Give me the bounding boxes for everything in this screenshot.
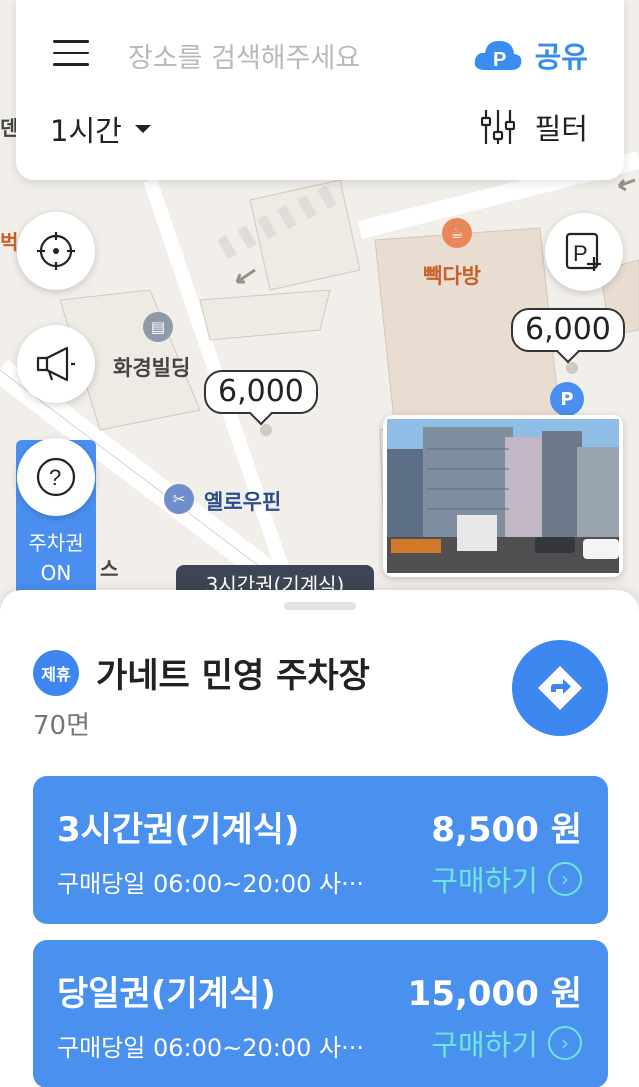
sliders-icon xyxy=(480,110,515,144)
crosshair-icon xyxy=(37,232,75,270)
ticket-card[interactable]: 당일권(기계식) 15,000 원 구매당일 06:00~20:00 사··· … xyxy=(33,940,608,1087)
search-card: 장소를 검색해주세요 P 공유 1시간 필터 xyxy=(16,0,624,180)
share-button[interactable]: P 공유 xyxy=(473,34,588,76)
cloud-parking-icon: P xyxy=(474,40,521,71)
ticket-name: 3시간권(기계식) xyxy=(57,810,300,850)
share-label: 공유 xyxy=(534,40,588,74)
ticket-name: 당일권(기계식) xyxy=(57,974,276,1014)
building-icon: ▤ xyxy=(143,312,173,342)
poi-label-salon: 옐로우핀 xyxy=(204,490,282,514)
ticket-price: 15,000 원 xyxy=(407,974,582,1014)
parking-lot-spaces: 70면 xyxy=(33,711,91,741)
filter-button[interactable]: 필터 xyxy=(480,106,588,148)
cafe-icon: ☕ xyxy=(442,218,472,248)
ticket-description: 구매당일 06:00~20:00 사··· xyxy=(57,870,364,898)
parking-detail-sheet: 제휴 가네트 민영 주차장 70면 3시간권(기계식) 8,500 원 구매당일… xyxy=(0,590,639,1087)
ticket-toggle-line1: 주차권 xyxy=(28,531,84,555)
sheet-handle[interactable] xyxy=(284,602,356,610)
buy-button[interactable]: 구매하기 › xyxy=(431,858,582,900)
street-view-thumbnail[interactable] xyxy=(383,415,623,577)
search-input[interactable]: 장소를 검색해주세요 xyxy=(128,36,360,75)
buy-label: 구매하기 xyxy=(431,1028,538,1062)
scissors-icon: ✂ xyxy=(164,484,194,514)
buy-button[interactable]: 구매하기 › xyxy=(431,1022,582,1064)
current-location-button[interactable] xyxy=(17,212,95,290)
chevron-right-icon: › xyxy=(548,1026,582,1060)
time-select-label: 1시간 xyxy=(50,114,122,148)
directions-button[interactable] xyxy=(512,640,608,736)
directions-icon xyxy=(538,666,582,710)
buy-label: 구매하기 xyxy=(431,864,538,898)
price-marker[interactable]: 6,000 xyxy=(204,370,318,414)
parking-lot-name: 가네트 민영 주차장 xyxy=(96,656,370,696)
parking-plus-icon: P xyxy=(565,232,601,271)
help-icon: ? xyxy=(36,457,76,497)
ticket-card[interactable]: 3시간권(기계식) 8,500 원 구매당일 06:00~20:00 사··· … xyxy=(33,776,608,924)
chevron-right-icon: › xyxy=(548,862,582,896)
announcement-button[interactable] xyxy=(17,325,95,403)
ticket-toggle-label: 주차권 ON xyxy=(16,528,96,588)
poi-label-edge-3: 스 xyxy=(100,557,119,581)
help-button[interactable]: ? xyxy=(17,438,95,516)
svg-text:?: ? xyxy=(49,465,61,490)
svg-text:P: P xyxy=(493,49,506,71)
menu-icon[interactable] xyxy=(53,40,89,70)
parking-marker-icon[interactable]: P xyxy=(550,382,584,416)
filter-label: 필터 xyxy=(534,112,588,146)
caret-down-icon xyxy=(134,125,151,133)
svg-text:P: P xyxy=(573,241,588,266)
time-select[interactable]: 1시간 xyxy=(50,108,152,150)
street-view-image xyxy=(387,419,619,573)
poi-label-building: 화경빌딩 xyxy=(113,356,191,380)
partner-badge: 제휴 xyxy=(33,650,79,696)
poi-label-edge-2: 벅 xyxy=(0,230,19,254)
add-parking-button[interactable]: P xyxy=(545,213,623,291)
price-marker[interactable]: 6,000 xyxy=(511,308,625,352)
ticket-price: 8,500 원 xyxy=(431,810,582,850)
poi-label-cafe: 빽다방 xyxy=(423,264,481,288)
ticket-description: 구매당일 06:00~20:00 사··· xyxy=(57,1034,364,1062)
ticket-toggle-line2: ON xyxy=(40,561,72,585)
megaphone-icon xyxy=(36,346,75,382)
